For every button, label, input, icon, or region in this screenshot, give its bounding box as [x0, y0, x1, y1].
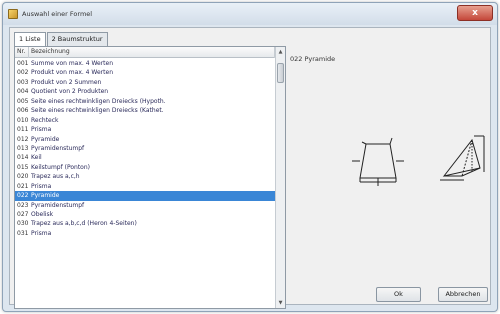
list-item[interactable]: 021 Prisma	[15, 182, 275, 191]
list-item-description: Summe von max. 4 Werten	[31, 60, 114, 67]
list-item[interactable]: 002 Produkt von max. 4 Werten	[15, 68, 275, 77]
formula-dialog: Auswahl einer Formel x 1 Liste 2 Baumstr…	[2, 2, 498, 312]
list-item-description: Trapez aus a,c,h	[31, 173, 80, 181]
list-item[interactable]: 013 Pyramidenstumpf	[15, 144, 275, 153]
column-header-description[interactable]: Bezeichnung	[29, 47, 275, 58]
list-item[interactable]: 031 Prisma	[15, 229, 275, 238]
list-item[interactable]: 011 Prisma	[15, 125, 275, 134]
list-item[interactable]: 001 Summe von max. 4 Werten	[15, 59, 275, 68]
list-item-description: Obelisk	[31, 211, 54, 218]
list-rows: 001 Summe von max. 4 Werten 002 Produkt von…	[15, 59, 275, 308]
column-header-nr[interactable]: Nr.	[15, 47, 29, 58]
list-item-description: Produkt von 2 Summen	[31, 78, 102, 86]
list-item[interactable]: 022 Pyramide	[15, 191, 275, 201]
preview-title: 022 Pyramide	[290, 55, 336, 63]
list-item-number: 012	[17, 135, 29, 143]
list-item-description: Produkt von max. 4 Werten	[31, 69, 113, 77]
list-item-description: Seite eines rechtwinkligen Dreiecks (Hyp…	[31, 97, 166, 105]
list-item-number: 021	[17, 182, 29, 190]
list-item-description: Pyramide	[31, 135, 60, 143]
list-item-number: 011	[17, 126, 29, 134]
list-item[interactable]: 012 Pyramide	[15, 135, 275, 144]
list-item-number: 023	[17, 201, 29, 209]
list-item[interactable]: 004 Quotient von 2 Produkten	[15, 87, 275, 96]
formula-preview: 022 Pyramide	[288, 46, 486, 284]
list-item[interactable]: 003 Produkt von 2 Summen	[15, 78, 275, 87]
dialog-client: 1 Liste 2 Baumstruktur Nr. Bezeichnung 0…	[9, 27, 491, 309]
list-item-number: 015	[17, 163, 29, 171]
list-item-number: 010	[17, 116, 29, 124]
list-item-description: Seite eines rechtwinkligen Dreiecks (Kat…	[31, 107, 164, 115]
list-item[interactable]: 005 Seite eines rechtwinkligen Dreiecks (…	[15, 97, 275, 106]
list-item[interactable]: 023 Pyramidenstumpf	[15, 201, 275, 210]
list-item-description: Pyramidenstumpf	[31, 201, 85, 209]
window-title: Auswahl einer Formel	[22, 10, 93, 18]
tab-bar: 1 Liste 2 Baumstruktur	[14, 32, 109, 47]
scroll-up-icon[interactable]: ▲	[276, 47, 285, 57]
list-item-number: 031	[17, 229, 29, 237]
list-scrollbar[interactable]: ▲ ▼	[275, 47, 285, 308]
list-item[interactable]: 027 Obelisk	[15, 210, 275, 219]
formula-list[interactable]: Nr. Bezeichnung 001 Summe von max. 4 Wert…	[14, 46, 286, 309]
tab-list[interactable]: 1 Liste	[14, 32, 46, 47]
list-item-number: 004	[17, 88, 29, 96]
list-item[interactable]: 014 Keil	[15, 153, 275, 162]
preview-drawing	[352, 135, 485, 186]
list-item-description: Prisma	[31, 229, 52, 237]
list-item-description: Keil	[31, 154, 42, 162]
list-item-number: 005	[17, 97, 29, 105]
list-item[interactable]: 010 Rechteck	[15, 116, 275, 125]
list-item-description: Pyramide	[31, 192, 60, 200]
cancel-button[interactable]: Abbrechen	[438, 287, 488, 302]
list-item-description: Prisma	[31, 126, 52, 134]
list-item-number: 014	[17, 154, 29, 162]
title-bar: Auswahl einer Formel x	[3, 3, 497, 25]
close-button[interactable]: x	[457, 5, 493, 21]
list-item-number: 020	[17, 173, 29, 181]
list-item[interactable]: 030 Trapez aus a,b,c,d (Heron 4-Seiten)	[15, 219, 275, 228]
list-item-number: 002	[17, 69, 29, 77]
list-item-number: 001	[17, 60, 29, 67]
scroll-down-icon[interactable]: ▼	[276, 298, 285, 308]
list-item-description: Quotient von 2 Produkten	[31, 88, 109, 96]
list-item[interactable]: 020 Trapez aus a,c,h	[15, 172, 275, 181]
list-item-number: 022	[17, 192, 29, 200]
list-item-description: Keilstumpf (Ponton)	[31, 163, 91, 171]
list-item[interactable]: 006 Seite eines rechtwinkligen Dreiecks (…	[15, 106, 275, 115]
list-header: Nr. Bezeichnung	[15, 47, 275, 58]
pyramid-solid-icon	[440, 135, 485, 181]
list-item-number: 030	[17, 220, 29, 228]
list-item-description: Rechteck	[31, 116, 59, 124]
ok-button[interactable]: Ok	[376, 287, 421, 302]
list-item-number: 027	[17, 211, 29, 218]
list-item[interactable]: 015 Keilstumpf (Ponton)	[15, 163, 275, 172]
list-item-description: Prisma	[31, 182, 52, 190]
tab-tree[interactable]: 2 Baumstruktur	[46, 32, 108, 46]
list-item-number: 003	[17, 78, 29, 86]
list-item-number: 006	[17, 107, 29, 115]
trapezoid-base-icon	[352, 137, 404, 186]
app-icon	[8, 9, 18, 19]
list-item-description: Trapez aus a,b,c,d (Heron 4-Seiten)	[31, 220, 137, 228]
list-item-description: Pyramidenstumpf	[31, 144, 85, 152]
list-item-number: 013	[17, 144, 29, 152]
scroll-thumb[interactable]	[277, 63, 284, 83]
